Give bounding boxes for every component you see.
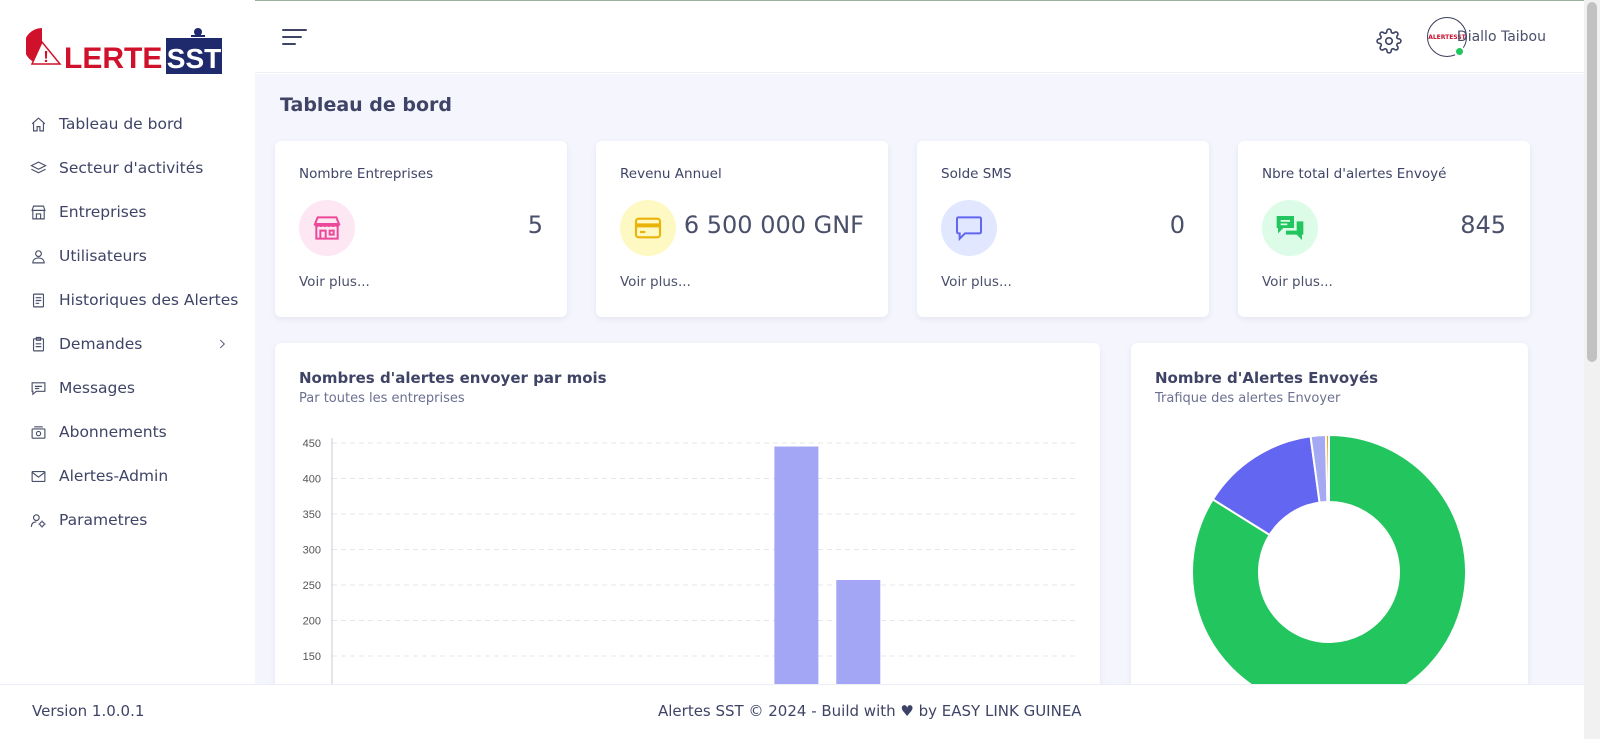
bar[interactable] [774,446,819,684]
stat-card-alertes: Nbre total d'alertes Envoyé 845 Voir plu… [1238,141,1530,317]
sidebar-item-label: Utilisateurs [59,247,147,265]
stat-title: Solde SMS [941,166,1012,182]
scrollbar-thumb[interactable] [1587,2,1597,362]
main-content: Tableau de bord Nombre Entreprises 5 Voi… [255,74,1584,684]
topbar: ALERTESST Diallo Taibou [255,0,1584,73]
stat-title: Revenu Annuel [620,166,722,182]
sidebar-item-label: Historiques des Alertes [59,291,239,309]
chat-bubbles-icon [1262,200,1318,256]
y-tick-label: 400 [303,474,321,486]
page-title: Tableau de bord [280,94,453,116]
svg-text:!: ! [43,49,48,66]
sidebar-item-historiques[interactable]: Historiques des Alertes [0,278,255,322]
stat-title: Nombre Entreprises [299,166,434,182]
sidebar-item-messages[interactable]: Messages [0,366,255,410]
sidebar-item-utilisateurs[interactable]: Utilisateurs [0,234,255,278]
stat-value: 0 [1169,211,1185,239]
settings-gear-icon[interactable] [1376,28,1402,54]
subscription-icon [29,423,47,441]
sidebar-item-alertes-admin[interactable]: Alertes-Admin [0,454,255,498]
svg-text:LERTE: LERTE [64,42,162,75]
online-status-dot [1454,46,1465,57]
layers-icon [29,159,47,177]
stat-title: Nbre total d'alertes Envoyé [1262,166,1447,182]
footer: Version 1.0.0.1 Alertes SST © 2024 - Bui… [0,684,1584,739]
sidebar-item-abonnements[interactable]: Abonnements [0,410,255,454]
home-icon [29,115,47,133]
clipboard-icon [29,335,47,353]
svg-text:SST: SST [167,43,221,74]
logo[interactable]: ! LERTE SST [24,24,226,80]
sidebar: ! LERTE SST Tableau de bord Secteur d'ac… [0,0,255,739]
y-tick-label: 350 [303,509,321,521]
credit-card-icon [620,200,676,256]
see-more-link[interactable]: Voir plus... [1262,274,1333,290]
y-tick-label: 300 [303,545,321,557]
stat-card-sms: Solde SMS 0 Voir plus... [917,141,1209,317]
y-tick-label: 450 [303,438,321,450]
user-name[interactable]: Diallo Taibou [1457,29,1546,45]
sidebar-item-label: Messages [59,379,136,397]
see-more-link[interactable]: Voir plus... [620,274,691,290]
chevron-right-icon [215,336,229,350]
y-tick-label: 200 [303,616,321,628]
y-tick-label: 250 [303,580,321,592]
donut-chart-panel: Nombre d'Alertes Envoyés Trafique des al… [1131,343,1528,684]
bar-chart: 150 200 250 300 350 400 450 [303,438,1075,684]
user-gear-icon [29,511,47,529]
user-icon [29,247,47,265]
stat-value: 845 [1460,211,1506,239]
sidebar-nav: Tableau de bord Secteur d'activités Entr… [0,102,255,542]
menu-toggle-icon[interactable] [282,27,308,47]
bar[interactable] [836,580,881,684]
building-icon [29,203,47,221]
sidebar-item-label: Demandes [59,335,143,353]
version-label: Version 1.0.0.1 [32,702,145,720]
mail-icon [29,467,47,485]
see-more-link[interactable]: Voir plus... [941,274,1012,290]
see-more-link[interactable]: Voir plus... [299,274,370,290]
bar-chart-panel: Nombres d'alertes envoyer par mois Par t… [275,343,1100,684]
page-scrollbar[interactable] [1584,0,1600,739]
sidebar-item-label: Parametres [59,511,148,529]
sidebar-item-secteur[interactable]: Secteur d'activités [0,146,255,190]
stat-card-revenu: Revenu Annuel 6 500 000 GNF Voir plus... [596,141,888,317]
chat-bubble-icon [941,200,997,256]
copyright-text: Alertes SST © 2024 - Build with ♥ by EAS… [658,702,1082,720]
sidebar-item-tableau-de-bord[interactable]: Tableau de bord [0,102,255,146]
sidebar-item-label: Entreprises [59,203,147,221]
store-icon [299,200,355,256]
donut-chart [1191,433,1467,684]
sidebar-item-demandes[interactable]: Demandes [0,322,255,366]
document-icon [29,291,47,309]
donut-slice[interactable] [1324,433,1330,504]
sidebar-item-label: Alertes-Admin [59,467,169,485]
stat-card-entreprises: Nombre Entreprises 5 Voir plus... [275,141,567,317]
sidebar-item-label: Tableau de bord [59,115,183,133]
stat-value: 6 500 000 GNF [683,211,864,239]
message-icon [29,379,47,397]
sidebar-item-entreprises[interactable]: Entreprises [0,190,255,234]
sidebar-item-label: Abonnements [59,423,167,441]
sidebar-item-parametres[interactable]: Parametres [0,498,255,542]
sidebar-item-label: Secteur d'activités [59,159,204,177]
stat-value: 5 [527,211,543,239]
y-tick-label: 150 [303,651,321,663]
